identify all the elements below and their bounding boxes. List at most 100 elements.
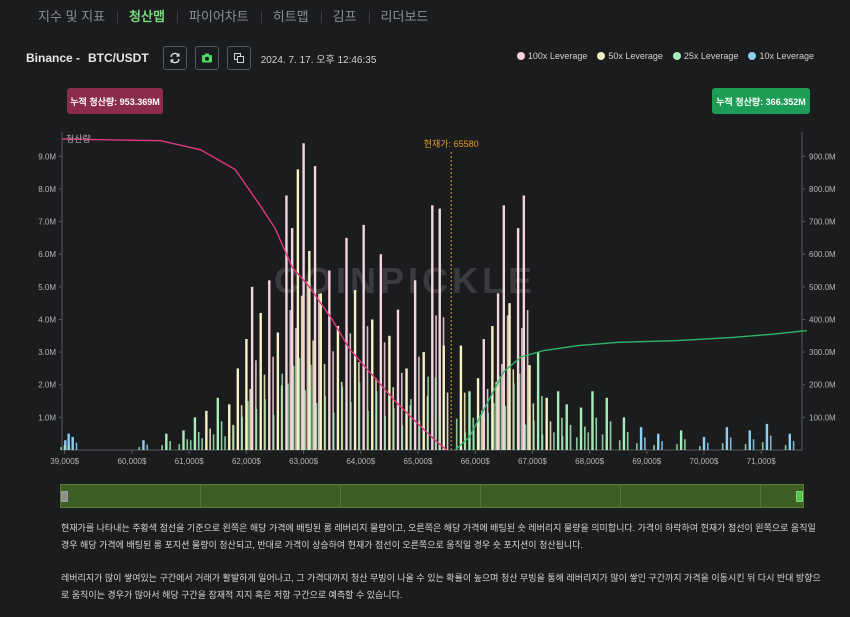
right-tick-label: 300.0M — [809, 348, 836, 357]
liquidation-bar — [639, 427, 643, 450]
legend-25x-swatch — [672, 52, 681, 60]
liquidation-bar — [721, 443, 724, 450]
liquidation-bar — [60, 447, 62, 450]
legend-25x[interactable]: 25x Leverage — [672, 51, 738, 61]
liquidation-bar — [292, 365, 295, 450]
liquidation-bar — [584, 426, 586, 450]
liquidation-bar — [324, 396, 326, 450]
tab-heatmap[interactable]: 히트맵 — [260, 9, 321, 25]
chart-legend: 100x Leverage 50x Leverage 25x Leverage … — [507, 51, 814, 61]
liquidation-bar — [493, 403, 495, 450]
legend-100x[interactable]: 100x Leverage — [516, 51, 588, 61]
tab-fire-chart[interactable]: 파이어차트 — [176, 9, 261, 25]
liquidation-bar — [298, 357, 301, 450]
left-tick-label: 5.0M — [38, 283, 56, 292]
tab-liquidation-map[interactable]: 청산맵 — [117, 9, 177, 25]
liquidation-bar — [769, 435, 772, 450]
liquidation-bar — [455, 418, 458, 450]
left-tick-label: 6.0M — [38, 250, 56, 259]
screenshot-button[interactable] — [194, 46, 219, 70]
liquidation-bar — [587, 432, 590, 450]
current-price-label: 현재가: 65580 — [424, 139, 479, 149]
liquidation-bar — [521, 327, 523, 450]
liquidation-bar — [142, 440, 145, 450]
camera-icon — [201, 53, 212, 63]
liquidation-bar — [744, 444, 747, 450]
tab-leaderboard[interactable]: 리더보드 — [368, 9, 441, 25]
exchange-selector[interactable]: Binance - — [26, 51, 80, 65]
liquidation-bar — [482, 339, 485, 450]
liquidation-bar — [595, 417, 598, 450]
left-tick-label: 9.0M — [38, 152, 56, 161]
legend-10x[interactable]: 10x Leverage — [748, 51, 814, 61]
liquidation-bar — [601, 434, 604, 450]
liquidation-bar — [459, 345, 463, 450]
liquidation-bar — [528, 365, 531, 450]
liquidation-bar — [438, 208, 441, 450]
right-tick-label: 500.0M — [809, 283, 836, 292]
liquidation-bar — [427, 376, 429, 450]
x-tick-label: 65,000$ — [404, 457, 433, 466]
tab-kimp[interactable]: 김프 — [320, 9, 369, 25]
liquidation-bar — [362, 224, 365, 450]
navigator-left-handle[interactable] — [61, 491, 68, 502]
liquidation-bar — [289, 310, 292, 450]
x-tick-label: 61,000$ — [175, 457, 204, 466]
liquidation-bar — [328, 270, 331, 450]
right-tick-label: 100.0M — [809, 413, 836, 422]
liquidation-bar — [165, 433, 168, 450]
liquidation-bar — [300, 295, 303, 450]
liquidation-bar — [508, 303, 511, 450]
x-tick-label: 39,000$ — [50, 457, 79, 466]
liquidation-bar — [661, 441, 663, 450]
navigator-gridline — [760, 485, 761, 507]
liquidation-bar — [367, 410, 369, 450]
left-axis: 1.0M 2.0M 3.0M 4.0M 5.0M 6.0M 7.0M 8.0M 9.0M — [38, 152, 62, 422]
liquidation-bar — [212, 434, 215, 450]
legend-100x-label: 100x Leverage — [527, 51, 588, 61]
short-cumulative-badge: 누적 청산량: 366.352M — [712, 88, 810, 114]
liquidation-bar — [576, 437, 578, 450]
pair-selector[interactable]: BTC/USDT — [88, 51, 149, 65]
liquidation-bar — [224, 436, 226, 450]
long-cumulative-badge: 누적 청산량: 953.369M — [67, 88, 163, 114]
liquidation-bar — [379, 254, 383, 450]
x-tick-label: 66,000$ — [461, 457, 490, 466]
liquidation-bar — [193, 417, 197, 450]
copy-button[interactable] — [226, 46, 251, 70]
liquidation-bar — [653, 445, 655, 450]
legend-100x-swatch — [516, 52, 525, 60]
liquidation-bar — [513, 383, 515, 450]
left-axis-title: 청산량 — [66, 133, 91, 144]
liquidation-bar — [533, 420, 535, 450]
liquidation-bar — [287, 383, 289, 450]
liquidation-bar — [75, 442, 78, 450]
liquidation-bar — [201, 438, 203, 450]
right-tick-label: 800.0M — [809, 185, 836, 194]
liquidation-bar — [272, 414, 275, 450]
liquidation-bar — [504, 405, 507, 450]
range-navigator[interactable] — [60, 484, 804, 508]
liquidation-bar — [241, 416, 243, 450]
liquidation-bar — [318, 293, 320, 450]
refresh-button[interactable] — [162, 46, 187, 70]
left-tick-label: 7.0M — [38, 218, 56, 227]
navigator-right-handle[interactable] — [796, 491, 803, 502]
chart-toolbar: Binance - BTC/USDT 2024. 7. 17. 오후 12:46… — [26, 45, 376, 71]
liquidation-bar — [189, 440, 192, 450]
liquidation-bar — [315, 403, 318, 450]
liquidation-bar — [549, 421, 552, 450]
liquidation-bar — [146, 444, 149, 450]
liquidation-bar — [702, 436, 706, 450]
tab-index[interactable]: 지수 및 지표 — [26, 9, 117, 25]
legend-10x-swatch — [748, 52, 757, 60]
legend-50x-label: 50x Leverage — [608, 51, 663, 61]
liquidation-bar — [526, 310, 529, 450]
liquidation-bar — [268, 280, 271, 450]
legend-50x[interactable]: 50x Leverage — [597, 51, 663, 61]
liquidation-bar — [729, 437, 732, 450]
liquidation-bar — [545, 397, 548, 450]
liquidation-bar — [216, 397, 219, 450]
liquidation-bar — [761, 442, 764, 450]
description-paragraph-1: 현재가를 나타내는 주황색 점선을 기준으로 왼쪽은 해당 가격에 배팅된 롱 … — [61, 523, 816, 550]
